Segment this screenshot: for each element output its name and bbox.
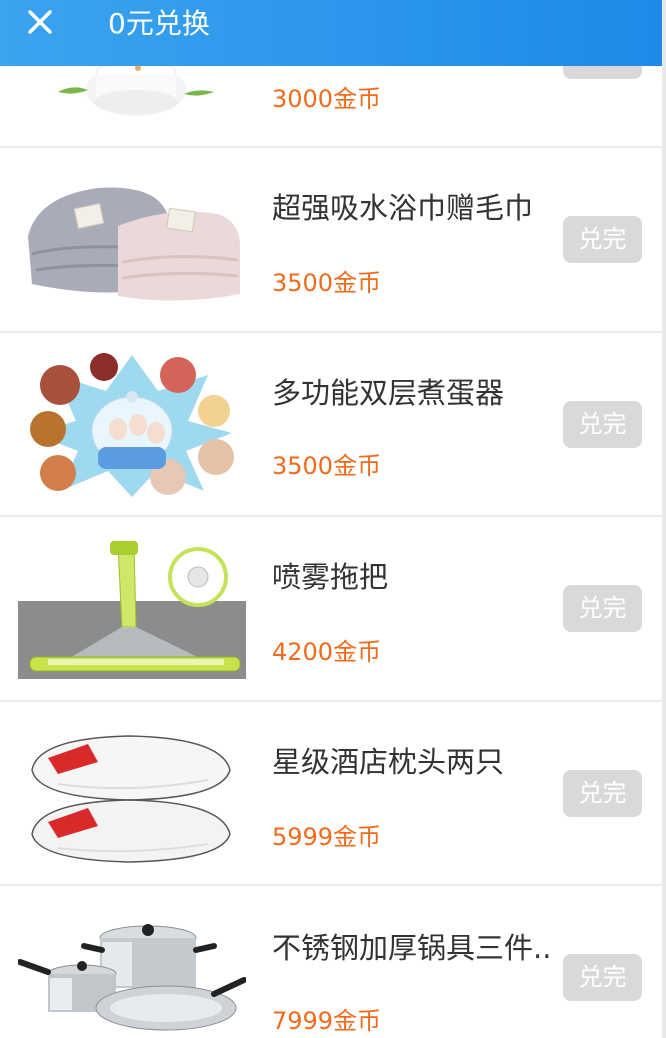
top-bar: 0元兑换 — [0, 0, 662, 66]
item-price: 5999金币 — [272, 823, 382, 851]
exchange-button[interactable]: 兑完 — [563, 770, 642, 817]
item-price: 4200金币 — [272, 638, 382, 666]
list-item[interactable]: 超强吸水浴巾赠毛巾 3500金币 兑完 — [0, 148, 662, 333]
exchange-button[interactable]: 兑完 — [563, 954, 642, 1001]
pillow-image — [18, 724, 246, 864]
exchange-button[interactable]: 兑完 — [563, 401, 642, 448]
list-item[interactable]: 喷雾拖把 4200金币 兑完 — [0, 517, 662, 702]
item-name: 不锈钢加厚锅具三件.. — [272, 931, 552, 965]
item-name: 多功能双层煮蛋器 — [272, 376, 505, 410]
exchange-button[interactable]: 兑完 — [563, 585, 642, 632]
list-item[interactable]: 不锈钢加厚锅具三件.. 7999金币 兑完 — [0, 886, 662, 1038]
list-item[interactable]: 星级酒店枕头两只 5999金币 兑完 — [0, 702, 662, 886]
towel-image — [18, 166, 246, 310]
list-item[interactable]: 多功能双层煮蛋器 3500金币 兑完 — [0, 333, 662, 517]
close-icon[interactable] — [24, 6, 56, 38]
egg-cooker-image — [18, 351, 246, 497]
page-title: 0元兑换 — [108, 7, 210, 40]
cookware-image — [17, 908, 247, 1038]
item-name: 喷雾拖把 — [272, 560, 389, 594]
item-price: 7999金币 — [272, 1007, 382, 1035]
exchange-page: 3000金币 兑完 超强吸水浴巾赠毛巾 3500金币 兑完 — [0, 0, 666, 1038]
item-name: 超强吸水浴巾赠毛巾 — [272, 191, 534, 225]
exchange-button[interactable]: 兑完 — [563, 216, 642, 263]
item-price: 3500金币 — [272, 269, 382, 297]
item-price: 3000金币 — [272, 85, 382, 113]
item-price: 3500金币 — [272, 452, 382, 480]
spray-mop-image — [18, 541, 246, 679]
scroll-edge — [662, 0, 666, 1038]
item-name: 星级酒店枕头两只 — [272, 745, 505, 779]
